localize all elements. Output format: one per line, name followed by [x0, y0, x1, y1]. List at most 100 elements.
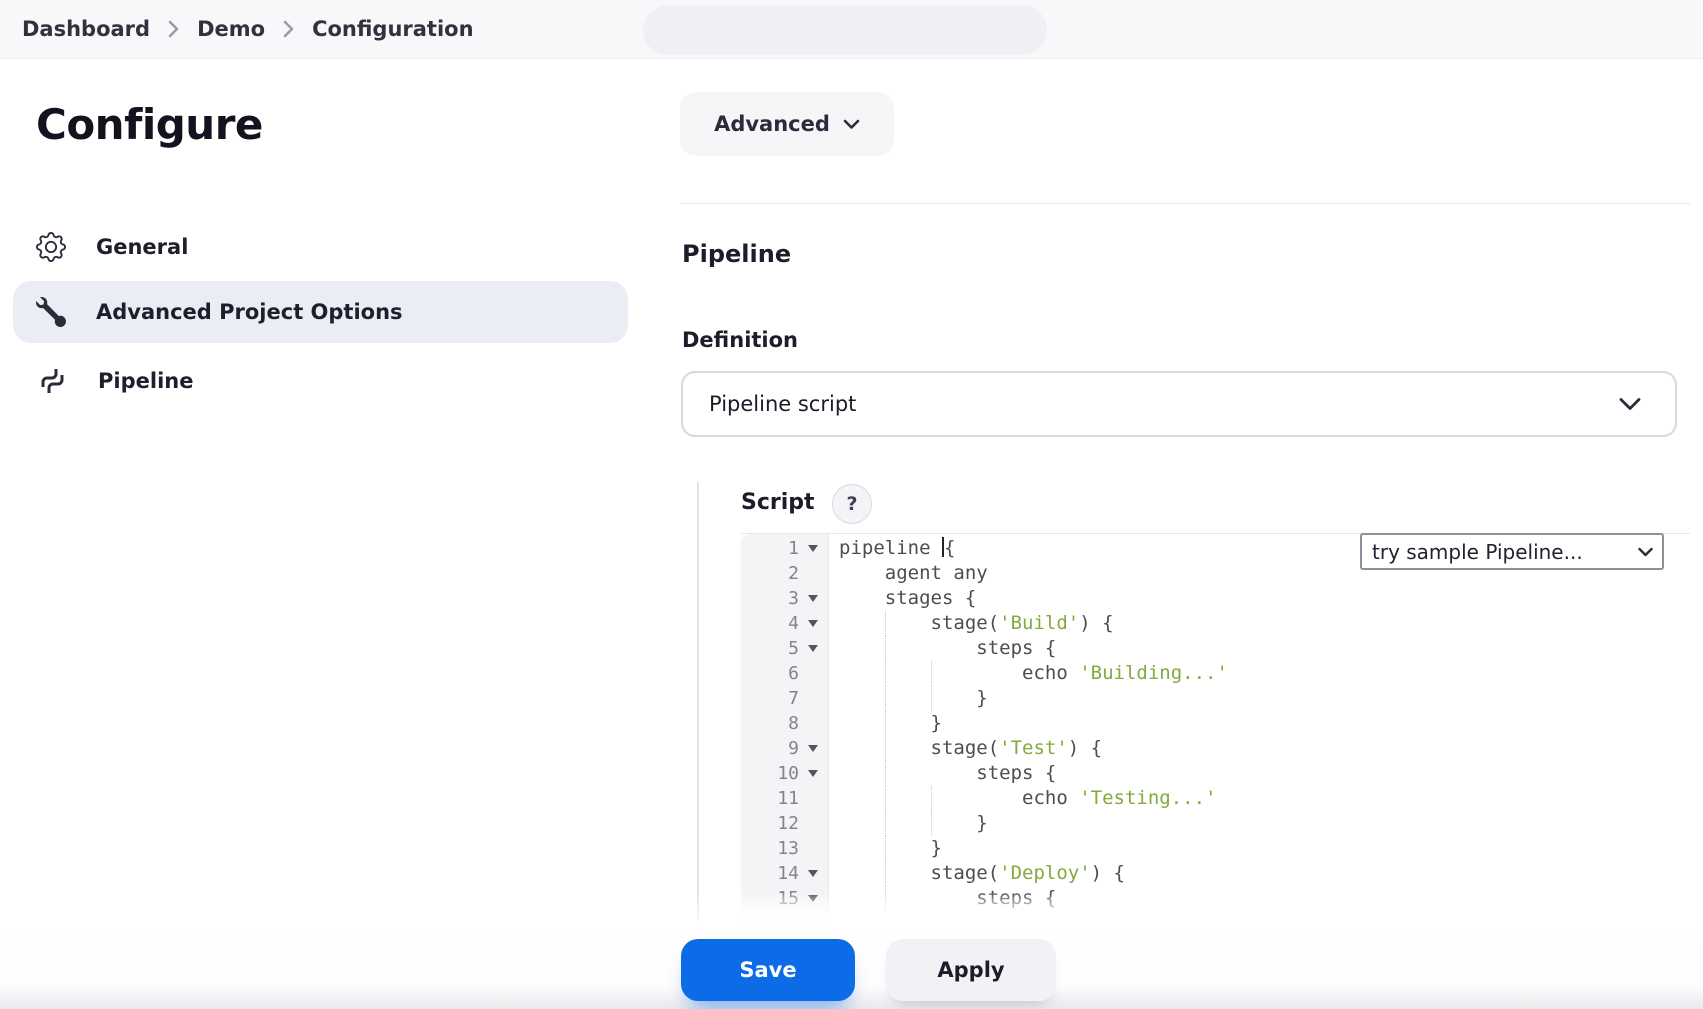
chevron-right-icon: [168, 20, 179, 38]
script-label: Script: [741, 490, 815, 515]
indent-guide: [884, 636, 886, 661]
fold-arrow-icon[interactable]: [799, 736, 829, 761]
line-number: 1: [788, 538, 799, 559]
indent-guide: [884, 661, 886, 686]
fold-arrow-icon[interactable]: [799, 586, 829, 611]
code-line[interactable]: 5 steps {: [741, 636, 1690, 661]
indent-guide: [884, 611, 886, 636]
code-text: agent any: [839, 562, 988, 584]
indent-guide: [884, 861, 886, 886]
top-bar: Dashboard Demo Configuration: [0, 0, 1703, 59]
fold-gutter-spacer: [799, 686, 829, 711]
code-line[interactable]: 4 stage('Build') {: [741, 611, 1690, 636]
code-text: stage('Deploy') {: [839, 861, 1125, 886]
code-line[interactable]: 9 stage('Test') {: [741, 736, 1690, 761]
indent-guide: [930, 686, 932, 711]
sidebar-item-advanced-project-options[interactable]: Advanced Project Options: [13, 281, 628, 343]
code-line[interactable]: 10 steps {: [741, 761, 1690, 786]
sidebar-item-pipeline[interactable]: Pipeline: [13, 352, 628, 410]
chevron-down-icon: [1638, 547, 1653, 556]
sidebar-item-general[interactable]: General: [13, 218, 628, 276]
definition-select-value: Pipeline script: [709, 392, 857, 416]
save-button[interactable]: Save: [681, 939, 855, 1001]
code-text: echo 'Testing...': [839, 786, 1217, 811]
code-line[interactable]: 6 echo 'Building...': [741, 661, 1690, 686]
fold-arrow-icon[interactable]: [799, 861, 829, 886]
code-text: echo 'Building...': [839, 661, 1228, 686]
indent-guide: [884, 761, 886, 786]
line-number: 7: [788, 688, 799, 709]
indent-guide: [930, 786, 932, 811]
code-text: }: [839, 686, 988, 711]
indent-guide: [884, 786, 886, 811]
sample-select-value: try sample Pipeline...: [1372, 539, 1583, 564]
breadcrumb: Dashboard Demo Configuration: [22, 0, 474, 58]
bottom-app-bar: Save Apply: [0, 893, 1703, 1009]
chevron-right-icon: [283, 20, 294, 38]
code-text: stages {: [839, 587, 977, 609]
code-line[interactable]: 8 }: [741, 711, 1690, 736]
editor-lines: 1 pipeline {2 agent any 3 stages {4 stage(…: [741, 536, 1690, 911]
sidebar-item-label: Advanced Project Options: [96, 300, 403, 324]
jenkins-configure-page: Dashboard Demo Configuration Configure G…: [0, 0, 1703, 1009]
line-number: 6: [788, 663, 799, 684]
code-line[interactable]: 14 stage('Deploy') {: [741, 861, 1690, 886]
wrench-icon: [36, 297, 66, 327]
search-box[interactable]: [643, 5, 1047, 55]
code-text: }: [839, 836, 942, 861]
breadcrumb-demo[interactable]: Demo: [197, 17, 265, 41]
advanced-label: Advanced: [714, 112, 830, 136]
line-number: 3: [788, 588, 799, 609]
code-line[interactable]: 11 echo 'Testing...': [741, 786, 1690, 811]
code-text: steps {: [839, 761, 1057, 786]
line-number: 8: [788, 713, 799, 734]
chevron-down-icon: [843, 119, 860, 130]
indent-guide: [884, 711, 886, 736]
line-number: 14: [777, 863, 799, 884]
code-text: }: [839, 711, 942, 736]
code-line[interactable]: 3 stages {: [741, 586, 1690, 611]
help-button[interactable]: ?: [832, 484, 872, 524]
definition-select[interactable]: Pipeline script: [681, 371, 1677, 437]
indent-guide: [884, 811, 886, 836]
sidebar-item-label: Pipeline: [98, 369, 194, 393]
advanced-section-dropdown[interactable]: Advanced: [680, 92, 894, 156]
pipeline-icon: [41, 369, 64, 393]
section-divider: [680, 203, 1690, 204]
code-text: pipeline {: [839, 537, 956, 559]
line-number: 12: [777, 813, 799, 834]
indent-guide: [884, 686, 886, 711]
script-editor[interactable]: 1 pipeline {2 agent any 3 stages {4 stage(…: [741, 533, 1690, 926]
definition-label: Definition: [682, 328, 799, 352]
fold-gutter-spacer: [799, 786, 829, 811]
code-text: steps {: [839, 636, 1057, 661]
breadcrumb-configuration[interactable]: Configuration: [312, 17, 473, 41]
fold-gutter-spacer: [799, 561, 829, 586]
fold-gutter-spacer: [799, 836, 829, 861]
indent-guide: [930, 661, 932, 686]
apply-button[interactable]: Apply: [886, 939, 1056, 1001]
fold-gutter-spacer: [799, 811, 829, 836]
fold-gutter-spacer: [799, 711, 829, 736]
line-number: 5: [788, 638, 799, 659]
fold-arrow-icon[interactable]: [799, 536, 829, 561]
code-text: stage('Build') {: [839, 611, 1114, 636]
fold-arrow-icon[interactable]: [799, 761, 829, 786]
fold-arrow-icon[interactable]: [799, 636, 829, 661]
fold-arrow-icon[interactable]: [799, 611, 829, 636]
pipeline-section-heading: Pipeline: [682, 240, 792, 268]
code-text: }: [839, 811, 988, 836]
code-text: stage('Test') {: [839, 736, 1103, 761]
code-line[interactable]: 13 }: [741, 836, 1690, 861]
code-line[interactable]: 12 }: [741, 811, 1690, 836]
chevron-down-icon: [1619, 398, 1641, 411]
line-number: 2: [788, 563, 799, 584]
try-sample-pipeline-select[interactable]: try sample Pipeline...: [1360, 533, 1664, 570]
indent-guide: [930, 811, 932, 836]
code-line[interactable]: 7 }: [741, 686, 1690, 711]
indent-guide: [884, 836, 886, 861]
breadcrumb-dashboard[interactable]: Dashboard: [22, 17, 150, 41]
fold-gutter-spacer: [799, 661, 829, 686]
line-number: 11: [777, 788, 799, 809]
page-title: Configure: [36, 100, 263, 149]
